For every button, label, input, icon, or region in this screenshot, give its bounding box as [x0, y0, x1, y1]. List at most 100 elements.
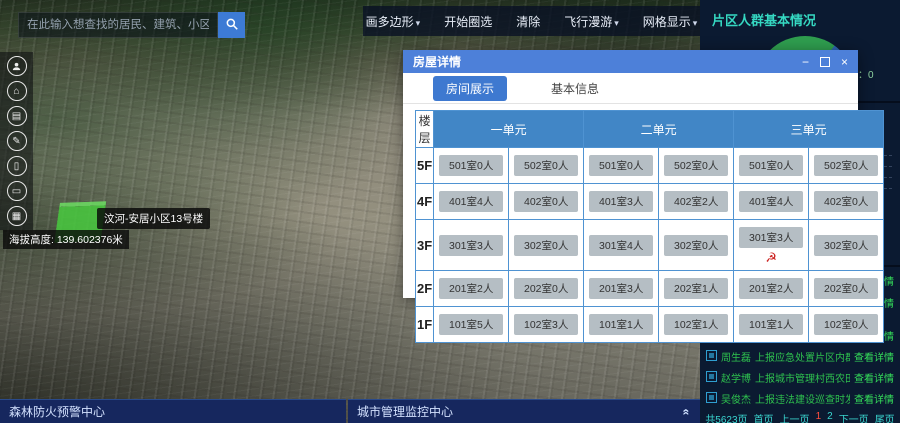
room-button[interactable]: 402室2人	[664, 191, 728, 212]
report-row: 周生磊 上报应急处置片区内群众举... 查看详情	[700, 346, 900, 367]
floor-label: 3F	[416, 220, 434, 271]
page-first[interactable]: 首页	[754, 411, 774, 423]
close-icon[interactable]: ×	[841, 56, 848, 68]
search-input[interactable]	[18, 12, 218, 38]
chevron-down-icon: ▾	[693, 18, 698, 28]
report-row: 吴俊杰 上报违法建设巡查时发现有... 查看详情	[700, 388, 900, 409]
table-row-5f: 5F 501室0人 502室0人 501室0人 502室0人 501室0人 50…	[416, 148, 884, 184]
reporter-name: 周生磊	[721, 349, 751, 364]
room-button[interactable]: 402室0人	[814, 191, 878, 212]
room-button[interactable]: 401室4人	[439, 191, 503, 212]
dialog-titlebar[interactable]: 房屋详情 − ×	[403, 50, 858, 73]
reporter-name: 赵学博	[721, 370, 751, 385]
page-prev[interactable]: 上一页	[780, 411, 810, 423]
page-total: 共5623页	[705, 411, 747, 423]
minimize-icon[interactable]: −	[802, 56, 809, 68]
expand-icon[interactable]	[820, 57, 830, 67]
room-button[interactable]: 502室0人	[514, 155, 578, 176]
search-button[interactable]	[218, 12, 245, 38]
pagination: 共5623页 首页 上一页 1 2 下一页 尾页	[700, 409, 900, 423]
room-button[interactable]: 501室0人	[589, 155, 653, 176]
dialog-title: 房屋详情	[413, 53, 461, 70]
collapse-bar-icon[interactable]: «	[683, 400, 690, 423]
room-button[interactable]: 502室0人	[814, 155, 878, 176]
menu-clear[interactable]: 清除	[516, 13, 540, 30]
forest-fire-center-bar[interactable]: 森林防火预警中心	[0, 399, 346, 423]
room-button[interactable]: 202室0人	[514, 278, 578, 299]
search-bar	[18, 12, 245, 38]
room-button[interactable]: 402室0人	[514, 191, 578, 212]
report-icon	[706, 392, 717, 403]
room-button[interactable]: 301室3人	[739, 227, 803, 248]
menu-draw-polygon[interactable]: 画多边形▾	[366, 13, 421, 30]
room-button[interactable]: 101室1人	[589, 314, 653, 335]
forest-fire-center-label: 森林防火预警中心	[9, 405, 105, 419]
room-button[interactable]: 201室2人	[439, 278, 503, 299]
pie-legend-fragment: ：0	[858, 66, 874, 81]
house-table-wrap: 楼层 一单元 二单元 三单元 5F 501室0人 502室0人 501室0人 5…	[415, 110, 846, 343]
table-row-2f: 2F 201室2人 202室0人 201室3人 202室1人 201室2人 20…	[416, 271, 884, 307]
floor-column-header: 楼层	[416, 111, 434, 148]
room-button[interactable]: 101室1人	[739, 314, 803, 335]
unit3-header: 三单元	[734, 111, 884, 148]
page-last[interactable]: 尾页	[875, 411, 895, 423]
report-text: 上报违法建设巡查时发现有...	[755, 391, 850, 406]
file-icon[interactable]: ▯	[7, 156, 27, 176]
map-toolbar: 画多边形▾ 开始圈选 清除 飞行漫游▾ 网格显示▾	[363, 6, 700, 36]
room-button[interactable]: 302室0人	[514, 235, 578, 256]
page-1[interactable]: 1	[816, 411, 822, 423]
table-row-4f: 4F 401室4人 402室0人 401室3人 402室2人 401室4人 40…	[416, 184, 884, 220]
room-button[interactable]: 201室3人	[589, 278, 653, 299]
room-button[interactable]: 102室0人	[814, 314, 878, 335]
view-details-link[interactable]: 查看详情	[854, 391, 894, 406]
reporter-name: 吴俊杰	[721, 391, 751, 406]
floor-label: 4F	[416, 184, 434, 220]
floor-label: 5F	[416, 148, 434, 184]
page-next[interactable]: 下一页	[839, 411, 869, 423]
room-button[interactable]: 302室0人	[664, 235, 728, 256]
altitude-label: 海拔高度: 139.602376米	[3, 230, 129, 249]
unit1-header: 一单元	[434, 111, 584, 148]
floor-label: 1F	[416, 307, 434, 343]
room-button[interactable]: 501室0人	[439, 155, 503, 176]
room-button[interactable]: 202室0人	[814, 278, 878, 299]
report-text: 上报应急处置片区内群众举...	[755, 349, 850, 364]
room-button[interactable]: 502室0人	[664, 155, 728, 176]
room-button[interactable]: 501室0人	[739, 155, 803, 176]
room-button[interactable]: 102室3人	[514, 314, 578, 335]
person-icon[interactable]	[7, 56, 27, 76]
menu-fly-roam[interactable]: 飞行漫游▾	[564, 13, 619, 30]
monitor-icon[interactable]: ▭	[7, 181, 27, 201]
city-monitor-center-label: 城市管理监控中心	[357, 405, 453, 419]
room-button[interactable]: 301室4人	[589, 235, 653, 256]
room-button[interactable]: 202室1人	[664, 278, 728, 299]
room-button[interactable]: 401室3人	[589, 191, 653, 212]
room-button[interactable]: 302室0人	[814, 235, 878, 256]
room-button[interactable]: 301室3人	[439, 235, 503, 256]
room-button[interactable]: 101室5人	[439, 314, 503, 335]
building-label[interactable]: 汶河-安居小区13号楼	[97, 208, 210, 229]
view-details-link[interactable]: 查看详情	[854, 370, 894, 385]
map-tools-sidebar: ⌂ ▤ ✎ ▯ ▭ ▦	[0, 52, 33, 230]
menu-grid-display[interactable]: 网格显示▾	[643, 13, 698, 30]
city-monitor-center-bar[interactable]: 城市管理监控中心 «	[348, 399, 700, 423]
room-button[interactable]: 201室2人	[739, 278, 803, 299]
room-button[interactable]: 401室4人	[739, 191, 803, 212]
page-2[interactable]: 2	[827, 411, 833, 423]
view-details-link[interactable]: 查看详情	[854, 349, 894, 364]
smart-city-app: 汶河-安居小区13号楼 海拔高度: 139.602376米 画多边形▾ 开始圈选…	[0, 0, 900, 423]
chevron-down-icon: ▾	[416, 18, 421, 28]
unit2-header: 二单元	[584, 111, 734, 148]
table-row-1f: 1F 101室5人 102室3人 101室1人 102室1人 101室1人 10…	[416, 307, 884, 343]
tab-basic-info[interactable]: 基本信息	[551, 80, 599, 97]
room-button[interactable]: 102室1人	[664, 314, 728, 335]
house-table: 楼层 一单元 二单元 三单元 5F 501室0人 502室0人 501室0人 5…	[415, 110, 884, 343]
menu-start-select[interactable]: 开始圈选	[444, 13, 492, 30]
document-icon[interactable]: ▤	[7, 106, 27, 126]
tab-room-display[interactable]: 房间展示	[433, 76, 507, 101]
pen-icon[interactable]: ✎	[7, 131, 27, 151]
population-panel-title: 片区人群基本情况	[700, 0, 900, 29]
home-icon[interactable]: ⌂	[7, 81, 27, 101]
grid-icon[interactable]: ▦	[7, 206, 27, 226]
report-icon	[706, 350, 717, 361]
